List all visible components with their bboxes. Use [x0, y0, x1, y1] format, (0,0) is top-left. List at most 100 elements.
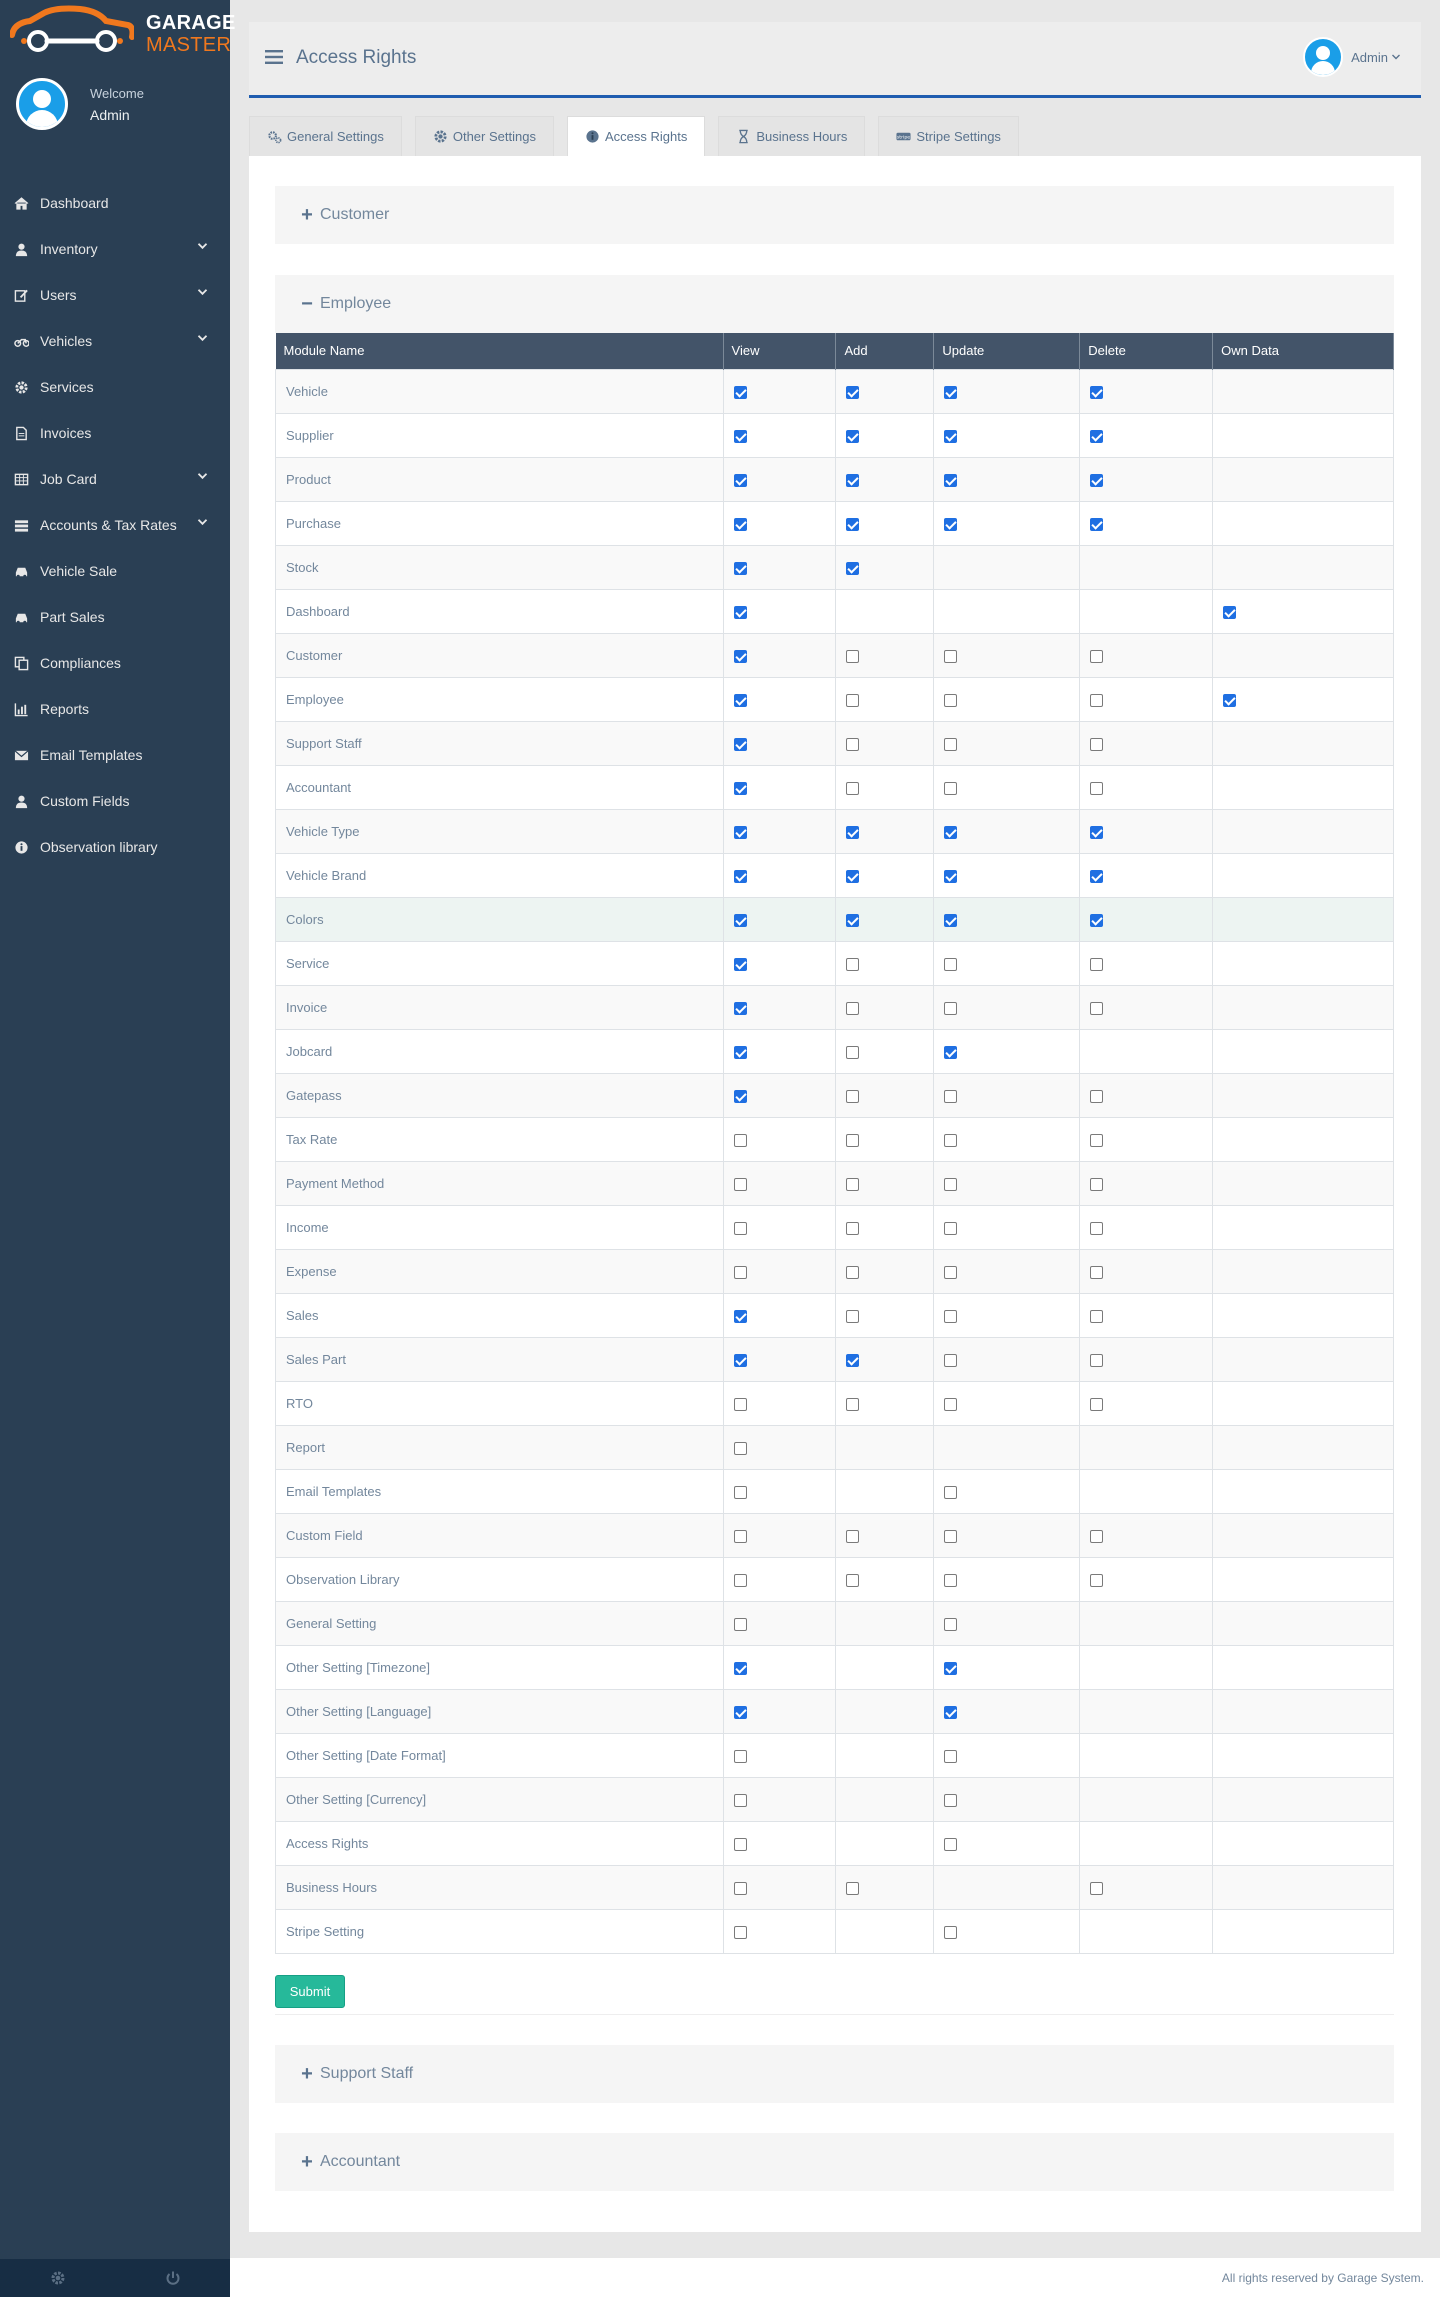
user-menu[interactable]: Admin: [1303, 37, 1401, 77]
permission-checkbox[interactable]: [846, 649, 860, 663]
permission-checkbox[interactable]: [1090, 1397, 1104, 1411]
permission-checkbox[interactable]: [846, 517, 860, 531]
permission-checkbox[interactable]: [733, 869, 747, 883]
permission-checkbox[interactable]: [944, 649, 958, 663]
permission-checkbox[interactable]: [1090, 781, 1104, 795]
permission-checkbox[interactable]: [944, 1397, 958, 1411]
tab-business-hours[interactable]: Business Hours: [718, 116, 866, 156]
sidebar-item-services[interactable]: Services: [0, 364, 230, 410]
permission-checkbox[interactable]: [733, 1529, 747, 1543]
sidebar-item-part-sales[interactable]: Part Sales: [0, 594, 230, 640]
permission-checkbox[interactable]: [733, 517, 747, 531]
permission-checkbox[interactable]: [944, 957, 958, 971]
permission-checkbox[interactable]: [846, 1265, 860, 1279]
permission-checkbox[interactable]: [733, 737, 747, 751]
permission-checkbox[interactable]: [733, 1485, 747, 1499]
sidebar-item-observation-library[interactable]: Observation library: [0, 824, 230, 870]
permission-checkbox[interactable]: [1090, 473, 1104, 487]
tab-stripe-settings[interactable]: stripe Stripe Settings: [878, 116, 1019, 156]
menu-toggle-icon[interactable]: [265, 50, 283, 64]
tab-general-settings[interactable]: General Settings: [249, 116, 402, 156]
permission-checkbox[interactable]: [944, 1265, 958, 1279]
sidebar-item-custom-fields[interactable]: Custom Fields: [0, 778, 230, 824]
permission-checkbox[interactable]: [846, 957, 860, 971]
permission-checkbox[interactable]: [944, 1793, 958, 1807]
permission-checkbox[interactable]: [846, 1177, 860, 1191]
permission-checkbox[interactable]: [846, 561, 860, 575]
permission-checkbox[interactable]: [944, 1573, 958, 1587]
permission-checkbox[interactable]: [944, 1661, 958, 1675]
permission-checkbox[interactable]: [733, 913, 747, 927]
permission-checkbox[interactable]: [1090, 517, 1104, 531]
sidebar-item-email-templates[interactable]: Email Templates: [0, 732, 230, 778]
permission-checkbox[interactable]: [1090, 649, 1104, 663]
permission-checkbox[interactable]: [944, 1221, 958, 1235]
permission-checkbox[interactable]: [846, 1045, 860, 1059]
sidebar-item-vehicle-sale[interactable]: Vehicle Sale: [0, 548, 230, 594]
permission-checkbox[interactable]: [944, 737, 958, 751]
permission-checkbox[interactable]: [944, 1485, 958, 1499]
permission-checkbox[interactable]: [846, 825, 860, 839]
permission-checkbox[interactable]: [733, 1397, 747, 1411]
permission-checkbox[interactable]: [846, 1133, 860, 1147]
sidebar-item-dashboard[interactable]: Dashboard: [0, 180, 230, 226]
permission-checkbox[interactable]: [733, 1837, 747, 1851]
permission-checkbox[interactable]: [733, 473, 747, 487]
permission-checkbox[interactable]: [846, 473, 860, 487]
permission-checkbox[interactable]: [733, 1441, 747, 1455]
permission-checkbox[interactable]: [1090, 913, 1104, 927]
permission-checkbox[interactable]: [1090, 1573, 1104, 1587]
section-accountant[interactable]: + Accountant: [275, 2133, 1394, 2191]
permission-checkbox[interactable]: [733, 1353, 747, 1367]
permission-checkbox[interactable]: [733, 1661, 747, 1675]
permission-checkbox[interactable]: [733, 1089, 747, 1103]
permission-checkbox[interactable]: [733, 1045, 747, 1059]
permission-checkbox[interactable]: [733, 957, 747, 971]
sidebar-item-vehicles[interactable]: Vehicles: [0, 318, 230, 364]
permission-checkbox[interactable]: [1090, 1221, 1104, 1235]
permission-checkbox[interactable]: [944, 1177, 958, 1191]
permission-checkbox[interactable]: [733, 1749, 747, 1763]
permission-checkbox[interactable]: [1090, 1265, 1104, 1279]
permission-checkbox[interactable]: [733, 1573, 747, 1587]
permission-checkbox[interactable]: [846, 1881, 860, 1895]
permission-checkbox[interactable]: [846, 1397, 860, 1411]
permission-checkbox[interactable]: [846, 781, 860, 795]
permission-checkbox[interactable]: [733, 1793, 747, 1807]
permission-checkbox[interactable]: [1223, 605, 1237, 619]
sidebar-item-reports[interactable]: Reports: [0, 686, 230, 732]
permission-checkbox[interactable]: [733, 1001, 747, 1015]
permission-checkbox[interactable]: [733, 693, 747, 707]
permission-checkbox[interactable]: [846, 429, 860, 443]
permission-checkbox[interactable]: [944, 825, 958, 839]
section-customer[interactable]: + Customer: [275, 186, 1394, 244]
permission-checkbox[interactable]: [944, 869, 958, 883]
permission-checkbox[interactable]: [733, 1925, 747, 1939]
permission-checkbox[interactable]: [846, 1221, 860, 1235]
permission-checkbox[interactable]: [944, 1045, 958, 1059]
permission-checkbox[interactable]: [1090, 693, 1104, 707]
permission-checkbox[interactable]: [1090, 1881, 1104, 1895]
permission-checkbox[interactable]: [944, 1837, 958, 1851]
permission-checkbox[interactable]: [944, 1133, 958, 1147]
sidebar-item-accounts-tax-rates[interactable]: Accounts & Tax Rates: [0, 502, 230, 548]
permission-checkbox[interactable]: [733, 605, 747, 619]
permission-checkbox[interactable]: [846, 693, 860, 707]
permission-checkbox[interactable]: [944, 693, 958, 707]
permission-checkbox[interactable]: [846, 1001, 860, 1015]
permission-checkbox[interactable]: [944, 913, 958, 927]
sidebar-item-job-card[interactable]: Job Card: [0, 456, 230, 502]
settings-button[interactable]: [0, 2259, 115, 2297]
permission-checkbox[interactable]: [733, 825, 747, 839]
permission-checkbox[interactable]: [1223, 693, 1237, 707]
permission-checkbox[interactable]: [1090, 429, 1104, 443]
sidebar-item-users[interactable]: Users: [0, 272, 230, 318]
permission-checkbox[interactable]: [1090, 1177, 1104, 1191]
sidebar-item-compliances[interactable]: Compliances: [0, 640, 230, 686]
permission-checkbox[interactable]: [944, 1705, 958, 1719]
tab-access-rights[interactable]: Access Rights: [566, 116, 706, 156]
permission-checkbox[interactable]: [733, 1881, 747, 1895]
permission-checkbox[interactable]: [733, 1133, 747, 1147]
permission-checkbox[interactable]: [944, 1309, 958, 1323]
permission-checkbox[interactable]: [846, 869, 860, 883]
